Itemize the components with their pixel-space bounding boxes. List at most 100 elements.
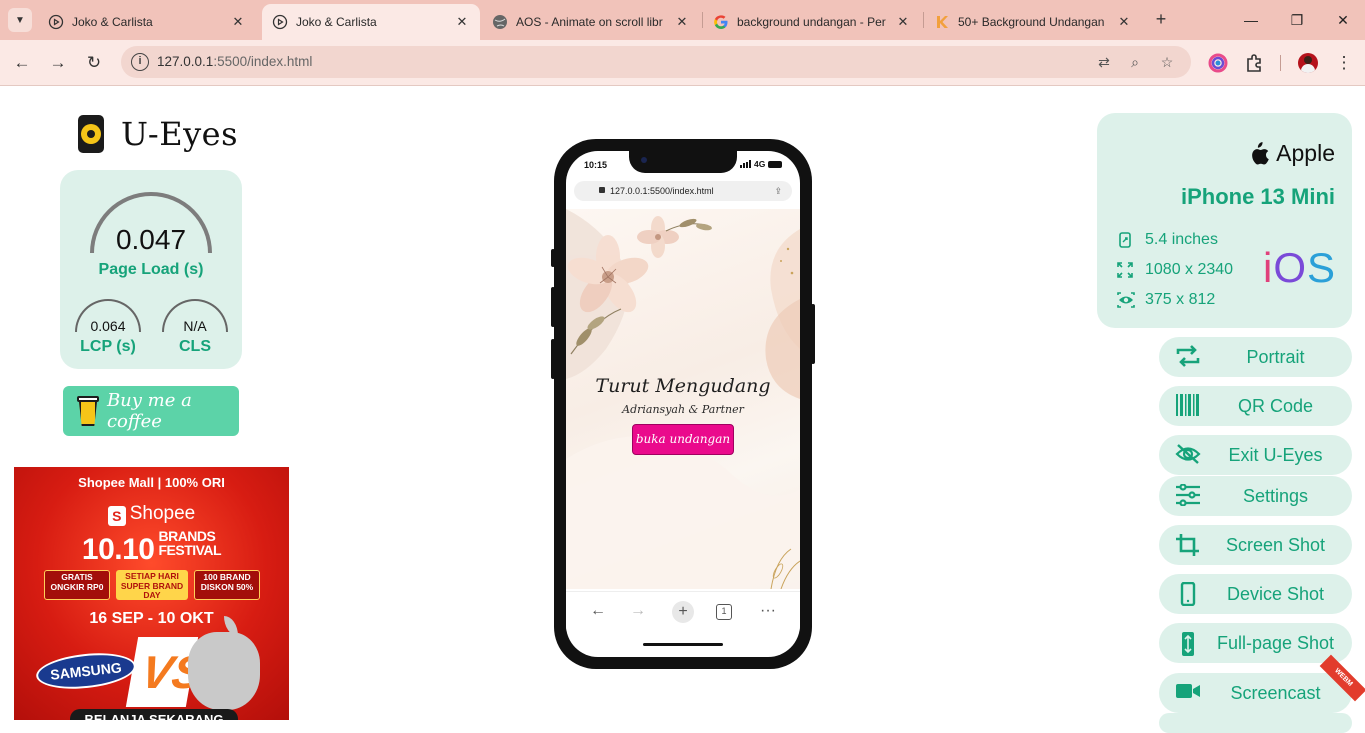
screencast-button[interactable]: Screencast <box>1159 673 1352 713</box>
buy-me-a-coffee-button[interactable]: Buy me a coffee <box>63 386 239 436</box>
full-page-shot-button[interactable]: Full-page Shot <box>1159 623 1352 663</box>
invitation-page: Turut Mengudang Adriansyah & Partner buk… <box>566 209 800 589</box>
mobile-more-icon[interactable]: ··· <box>758 602 778 620</box>
ad-headline: 10.10 BRANDS FESTIVAL <box>14 529 289 567</box>
color-extension-icon[interactable] <box>1208 53 1228 73</box>
coffee-cup-icon <box>77 396 99 426</box>
action-label: QR Code <box>1237 395 1314 416</box>
portrait-button[interactable]: Portrait <box>1159 337 1352 377</box>
phone-power-button <box>811 304 815 364</box>
url-text[interactable]: 127.0.0.1:5500/index.html <box>157 54 312 69</box>
window-close-button[interactable]: ✕ <box>1332 9 1354 31</box>
qr-code-button[interactable]: QR Code <box>1159 386 1352 426</box>
tab-title: Joko & Carlista <box>72 15 153 29</box>
settings-button[interactable]: Settings <box>1159 476 1352 516</box>
cls-value: N/A <box>183 318 207 334</box>
close-icon[interactable]: ✕ <box>230 14 246 30</box>
exit-u-eyes-button[interactable]: Exit U-Eyes <box>1159 435 1352 475</box>
phone-mute-switch <box>551 249 555 267</box>
close-icon[interactable]: ✕ <box>674 14 690 30</box>
tab-4[interactable]: background undangan - Per ✕ <box>703 4 921 40</box>
tab-title: AOS - Animate on scroll libr <box>516 15 663 29</box>
device-resolution: 1080 x 2340 <box>1117 260 1233 280</box>
page-load-value: 0.047 <box>115 224 187 255</box>
phone-notch <box>629 151 737 173</box>
signal-icon <box>740 160 751 168</box>
battery-icon <box>768 160 783 168</box>
back-button[interactable]: ← <box>10 51 34 75</box>
invitation-subtitle: Adriansyah & Partner <box>622 403 744 416</box>
restore-button[interactable]: ❐ <box>1286 9 1308 31</box>
tab-1[interactable]: Joko & Carlista ✕ <box>38 4 256 40</box>
google-icon <box>713 14 729 30</box>
phone-volume-down <box>551 339 555 379</box>
tab-5[interactable]: 50+ Background Undangan ✕ <box>924 4 1142 40</box>
mobile-nav-bar: ← → + 1 ··· <box>566 591 800 631</box>
translate-icon[interactable]: ⇄ <box>1095 53 1113 71</box>
close-icon[interactable]: ✕ <box>454 14 470 30</box>
viewport-eye-icon <box>1117 292 1135 308</box>
globe-icon <box>492 14 508 30</box>
tab-2[interactable]: Joko & Carlista ✕ <box>262 4 480 40</box>
eye-off-icon <box>1175 443 1201 467</box>
site-info-icon[interactable]: i <box>131 53 149 71</box>
screen-shot-button[interactable]: Screen Shot <box>1159 525 1352 565</box>
shopee-ad-banner[interactable]: Shopee Mall | 100% ORI S Shopee 10.10 BRAN… <box>14 467 289 720</box>
action-label: Screen Shot <box>1225 534 1326 555</box>
mobile-forward-icon[interactable]: → <box>628 602 648 620</box>
device-info-card: Apple iPhone 13 Mini 5.4 inches 1080 x 2… <box>1097 113 1352 328</box>
close-icon[interactable]: ✕ <box>895 14 911 30</box>
toolbar-divider <box>1280 55 1281 71</box>
mobile-new-tab-icon[interactable]: + <box>672 601 694 623</box>
minimize-button[interactable]: — <box>1240 9 1262 31</box>
rotate-icon <box>1175 345 1201 369</box>
ad-headline-sub2: FESTIVAL <box>158 542 222 558</box>
extensions-puzzle-icon[interactable] <box>1244 53 1264 73</box>
lcp-value: 0.064 <box>90 318 126 334</box>
cls-label: CLS <box>179 338 211 355</box>
close-icon[interactable]: ✕ <box>1116 14 1132 30</box>
page-load-label: Page Load (s) <box>98 261 204 278</box>
phone-volume-up <box>551 287 555 327</box>
address-bar[interactable]: i 127.0.0.1:5500/index.html ⇄ ⌕ ☆ <box>121 46 1191 78</box>
ad-headline-number: 10.10 <box>81 533 155 566</box>
barcode-icon <box>1175 394 1201 418</box>
ad-cta: BELANJA SEKARANG <box>70 709 238 720</box>
tab-title: background undangan - Per <box>737 15 886 29</box>
zoom-icon[interactable]: ⌕ <box>1126 53 1144 71</box>
action-label: Exit U-Eyes <box>1228 444 1323 465</box>
mobile-tabs-icon[interactable]: 1 <box>716 604 732 620</box>
expand-icon <box>1117 262 1133 278</box>
more-actions-button[interactable] <box>1159 713 1352 733</box>
ad-samsung-logo: SAMSUNG <box>34 648 138 694</box>
mobile-back-icon[interactable]: ← <box>588 602 608 620</box>
open-invitation-button[interactable]: buka undangan <box>632 424 734 455</box>
home-indicator <box>643 643 723 646</box>
mobile-url: 127.0.0.1:5500/index.html <box>610 186 714 196</box>
ios-logo: iOS <box>1263 244 1337 291</box>
device-brand-text: Apple <box>1276 140 1335 166</box>
mobile-address-bar[interactable]: 127.0.0.1:5500/index.html ⇪ <box>574 181 792 201</box>
phone-frame: 10:15 4G 127.0.0.1:5500/index.html ⇪ Tur… <box>551 139 815 669</box>
status-time: 10:15 <box>584 160 608 170</box>
device-shot-button[interactable]: Device Shot <box>1159 574 1352 614</box>
avatar[interactable] <box>1298 53 1318 73</box>
apple-logo-icon <box>1252 141 1269 164</box>
bookmark-star-icon[interactable]: ☆ <box>1158 53 1176 71</box>
fullpage-icon <box>1175 631 1201 656</box>
share-icon[interactable]: ⇪ <box>774 181 782 201</box>
device-resolution-text: 1080 x 2340 <box>1145 261 1234 278</box>
media-icon <box>272 14 288 30</box>
ad-date: 16 SEP - 10 OKT <box>89 610 214 627</box>
chevron-down-icon: ▼ <box>15 14 25 26</box>
tab-search-button[interactable]: ▼ <box>8 8 32 32</box>
menu-kebab-icon[interactable]: ⋮ <box>1332 51 1356 75</box>
video-icon <box>1175 681 1201 705</box>
reload-button[interactable]: ↻ <box>82 51 106 75</box>
new-tab-button[interactable]: + <box>1150 9 1172 31</box>
device-brand: Apple <box>1246 140 1335 167</box>
shopee-bag-icon: S <box>107 506 126 526</box>
forward-button[interactable]: → <box>46 51 70 75</box>
tab-3[interactable]: AOS - Animate on scroll libr ✕ <box>482 4 700 40</box>
ad-brand-text: Shopee <box>129 503 196 524</box>
